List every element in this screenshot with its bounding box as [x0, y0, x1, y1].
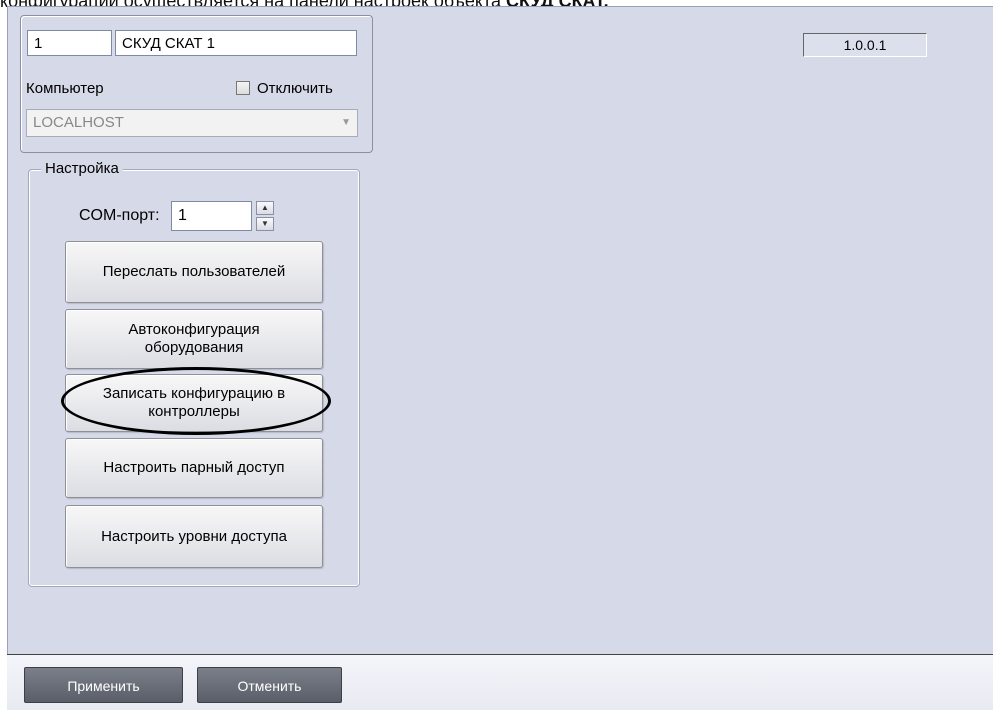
object-name-field[interactable]: СКУД СКАТ 1	[115, 30, 357, 56]
disable-checkbox[interactable]	[236, 81, 250, 95]
computer-label: Компьютер	[26, 80, 104, 97]
access-levels-button[interactable]: Настроить уровни доступа	[65, 505, 323, 568]
apply-button[interactable]: Применить	[24, 667, 183, 703]
computer-select-value: LOCALHOST	[33, 114, 124, 131]
version-field: 1.0.0.1	[803, 33, 927, 57]
com-port-stepper[interactable]: ▲ ▼	[256, 201, 274, 231]
disable-label: Отключить	[257, 80, 333, 97]
chevron-down-icon[interactable]: ▼	[341, 110, 351, 136]
com-port-label: COM-порт:	[79, 207, 160, 224]
send-users-button[interactable]: Переслать пользователей	[65, 241, 323, 303]
settings-group-label: Настройка	[41, 160, 123, 177]
write-config-button[interactable]: Записать конфигурацию в контроллеры	[65, 374, 323, 432]
spin-up-icon[interactable]: ▲	[256, 201, 274, 215]
object-id-field[interactable]: 1	[27, 30, 112, 56]
pair-access-button[interactable]: Настроить парный доступ	[65, 438, 323, 498]
cancel-button[interactable]: Отменить	[197, 667, 342, 703]
computer-select[interactable]: LOCALHOST ▼	[26, 109, 358, 137]
spin-down-icon[interactable]: ▼	[256, 217, 274, 231]
autoconfig-button[interactable]: Автоконфигурация оборудования	[65, 309, 323, 369]
com-port-input[interactable]: 1	[171, 201, 252, 231]
